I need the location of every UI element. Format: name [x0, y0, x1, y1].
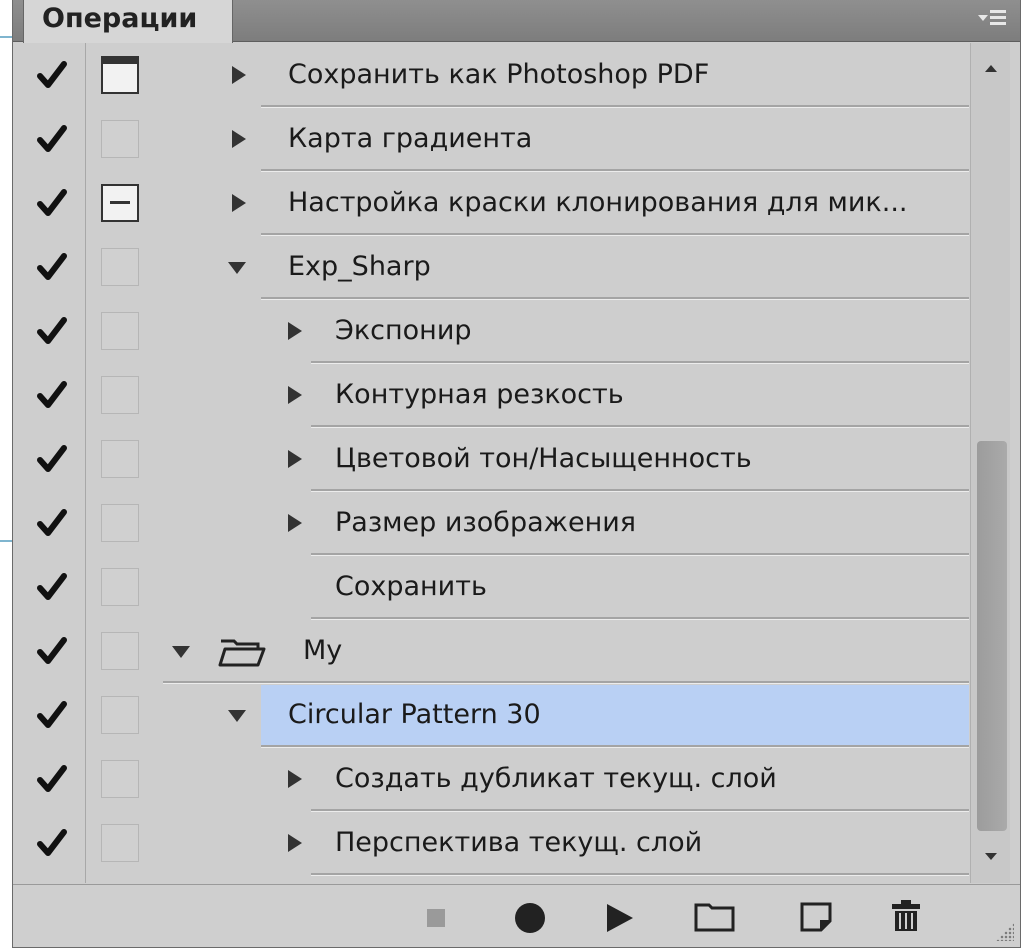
record-icon	[515, 903, 545, 933]
checkmark-icon[interactable]	[37, 763, 67, 795]
checkmark-icon[interactable]	[37, 635, 67, 667]
action-row[interactable]: Создать дубликат текущ. слой	[13, 747, 969, 812]
actions-toolbar	[13, 884, 1020, 947]
disclosure-collapsed-icon[interactable]	[288, 770, 302, 788]
trash-icon	[892, 900, 920, 931]
action-row[interactable]: Экспонир	[13, 299, 969, 364]
panel-tab-bar: Операции	[13, 0, 1020, 43]
disclosure-expanded-icon[interactable]	[228, 262, 246, 274]
action-row[interactable]: Размер изображения	[13, 491, 969, 556]
action-row[interactable]: Настройка краски клонирования для мик...	[13, 171, 969, 236]
action-label: Размер изображения	[335, 507, 637, 538]
stop-icon	[427, 909, 445, 927]
checkmark-icon[interactable]	[37, 379, 67, 411]
checkmark-icon[interactable]	[37, 59, 67, 91]
action-row[interactable]: Перспектива текущ. слой	[13, 811, 969, 876]
new-set-icon	[694, 903, 735, 932]
new-set-button[interactable]	[693, 885, 737, 948]
dialog-toggle-box[interactable]	[101, 696, 139, 734]
vertical-scrollbar[interactable]	[970, 43, 1010, 883]
action-label: Экспонир	[335, 315, 472, 346]
dialog-toggle-box[interactable]	[101, 440, 139, 478]
record-button[interactable]	[513, 885, 547, 948]
disclosure-collapsed-icon[interactable]	[288, 386, 302, 404]
scroll-down-arrow-icon[interactable]	[985, 853, 997, 860]
action-label: Exp_Sharp	[288, 251, 431, 282]
action-row[interactable]: Сохранить как Photoshop PDF	[13, 43, 969, 108]
action-row[interactable]: Сохранить	[13, 555, 969, 620]
disclosure-collapsed-icon[interactable]	[288, 834, 302, 852]
folder-icon	[218, 637, 266, 667]
disclosure-collapsed-icon[interactable]	[288, 322, 302, 340]
disclosure-expanded-icon[interactable]	[228, 710, 246, 722]
dialog-toggle-box[interactable]	[101, 568, 139, 606]
panel-menu-icon[interactable]	[978, 6, 1008, 32]
dialog-toggle-box[interactable]	[101, 504, 139, 542]
checkmark-icon[interactable]	[37, 315, 67, 347]
disclosure-collapsed-icon[interactable]	[232, 66, 246, 84]
action-row[interactable]: Карта градиента	[13, 107, 969, 172]
action-label: Контурная резкость	[335, 379, 624, 410]
action-label: Карта градиента	[288, 123, 533, 154]
dialog-toggle-box[interactable]	[101, 376, 139, 414]
dialog-toggle-box[interactable]	[101, 120, 139, 158]
action-row[interactable]: Контурная резкость	[13, 363, 969, 428]
dialog-toggle-box[interactable]	[101, 824, 139, 862]
disclosure-collapsed-icon[interactable]	[232, 130, 246, 148]
checkmark-icon[interactable]	[37, 123, 67, 155]
dialog-toggle-box[interactable]	[101, 632, 139, 670]
background-guide-line	[0, 36, 12, 38]
checkmark-icon[interactable]	[37, 251, 67, 283]
play-button[interactable]	[603, 885, 637, 948]
checkmark-icon[interactable]	[37, 187, 67, 219]
checkmark-icon[interactable]	[37, 699, 67, 731]
checkmark-icon[interactable]	[37, 507, 67, 539]
disclosure-expanded-icon[interactable]	[172, 646, 190, 658]
disclosure-collapsed-icon[interactable]	[232, 194, 246, 212]
action-row[interactable]: Цветовой тон/Насыщенность	[13, 427, 969, 492]
scroll-up-arrow-icon[interactable]	[985, 65, 997, 72]
dialog-toggle-box[interactable]	[101, 56, 139, 94]
action-label: Перспектива текущ. слой	[335, 827, 703, 858]
disclosure-collapsed-icon[interactable]	[288, 514, 302, 532]
actions-list: Сохранить как Photoshop PDF Карта градиен…	[13, 43, 969, 883]
scroll-thumb[interactable]	[977, 441, 1007, 831]
checkmark-icon[interactable]	[37, 443, 67, 475]
action-label: Создать дубликат текущ. слой	[335, 763, 777, 794]
stop-button[interactable]	[423, 885, 449, 948]
resize-grip[interactable]	[996, 923, 1014, 941]
dialog-toggle-box[interactable]	[101, 760, 139, 798]
action-label: Сохранить	[335, 571, 487, 602]
disclosure-collapsed-icon[interactable]	[288, 450, 302, 468]
action-label: My	[303, 635, 343, 666]
actions-panel: Операции Сохранить как Photoshop PDF Карт…	[12, 0, 1021, 948]
action-set-row[interactable]: My	[13, 619, 969, 684]
tab-actions[interactable]: Операции	[23, 0, 233, 43]
delete-button[interactable]	[888, 885, 924, 948]
dialog-toggle-box[interactable]	[101, 312, 139, 350]
action-label: Сохранить как Photoshop PDF	[288, 59, 710, 90]
action-label: Настройка краски клонирования для мик...	[288, 187, 908, 218]
action-row[interactable]: Exp_Sharp	[13, 235, 969, 300]
play-icon	[607, 904, 633, 932]
checkmark-icon[interactable]	[37, 827, 67, 859]
background-guide-line	[0, 540, 12, 542]
new-action-icon	[800, 902, 832, 932]
action-label: Цветовой тон/Насыщенность	[335, 443, 752, 474]
action-label: Circular Pattern 30	[288, 699, 541, 730]
dialog-toggle-box[interactable]	[101, 184, 139, 222]
action-row[interactable]: Circular Pattern 30	[13, 683, 969, 748]
checkmark-icon[interactable]	[37, 571, 67, 603]
dialog-toggle-box[interactable]	[101, 248, 139, 286]
new-action-button[interactable]	[798, 885, 834, 948]
